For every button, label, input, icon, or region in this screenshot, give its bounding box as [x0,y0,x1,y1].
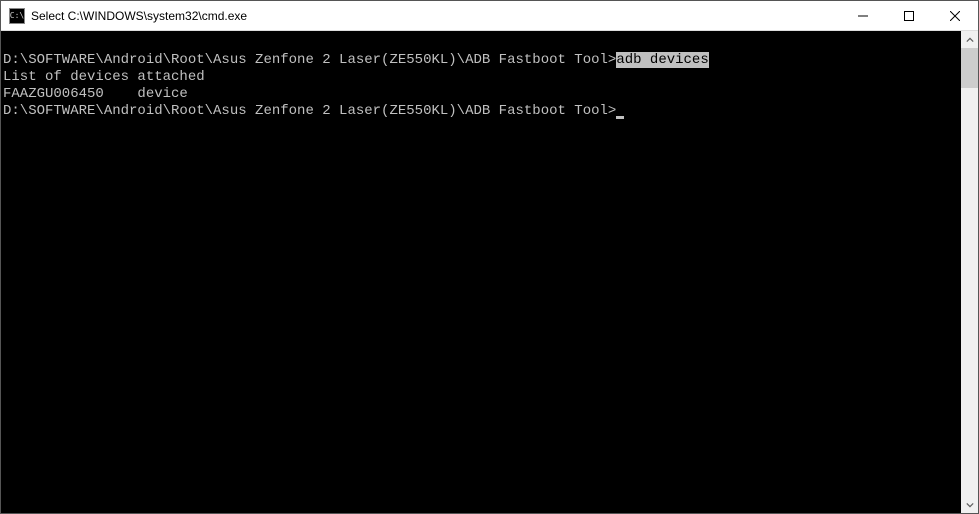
terminal-line: D:\SOFTWARE\Android\Root\Asus Zenfone 2 … [3,103,959,120]
terminal-container: D:\SOFTWARE\Android\Root\Asus Zenfone 2 … [1,31,978,513]
scroll-track[interactable] [961,48,978,496]
scroll-down-button[interactable] [961,496,978,513]
window-controls [840,1,978,30]
maximize-button[interactable] [886,1,932,30]
maximize-icon [904,11,914,21]
terminal-line: D:\SOFTWARE\Android\Root\Asus Zenfone 2 … [3,35,959,69]
prompt-text: D:\SOFTWARE\Android\Root\Asus Zenfone 2 … [3,103,616,119]
selected-text: adb devices [616,52,708,68]
titlebar[interactable]: C:\ Select C:\WINDOWS\system32\cmd.exe [1,1,978,31]
close-icon [950,11,960,21]
scroll-thumb[interactable] [961,48,978,88]
window-title: Select C:\WINDOWS\system32\cmd.exe [31,9,840,23]
chevron-up-icon [966,36,974,44]
scroll-up-button[interactable] [961,31,978,48]
prompt-text: D:\SOFTWARE\Android\Root\Asus Zenfone 2 … [3,52,616,68]
close-button[interactable] [932,1,978,30]
cursor [616,116,624,119]
cmd-window: C:\ Select C:\WINDOWS\system32\cmd.exe D… [0,0,979,514]
scrollbar[interactable] [961,31,978,513]
minimize-button[interactable] [840,1,886,30]
chevron-down-icon [966,501,974,509]
terminal[interactable]: D:\SOFTWARE\Android\Root\Asus Zenfone 2 … [1,31,961,513]
terminal-line: List of devices attached [3,69,959,86]
minimize-icon [858,11,868,21]
cmd-icon: C:\ [9,8,25,24]
terminal-line: FAAZGU006450 device [3,86,959,103]
